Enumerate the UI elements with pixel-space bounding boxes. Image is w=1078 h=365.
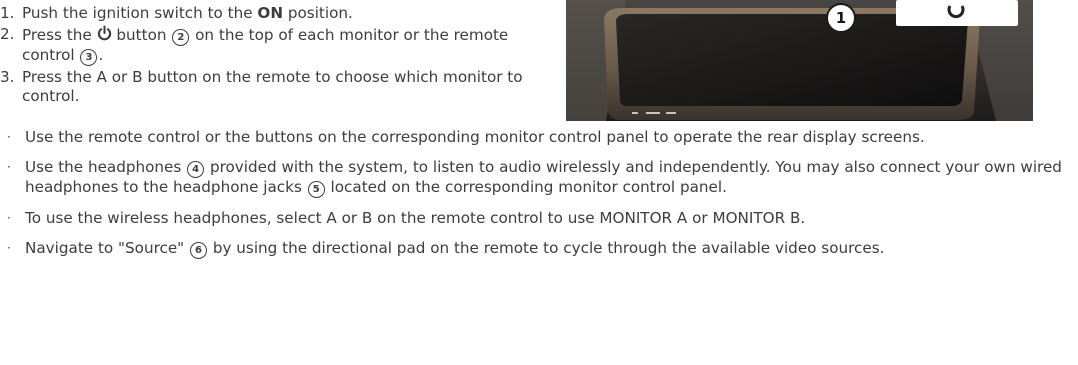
step-1: 1. Push the ignition switch to the ON pos… [0, 4, 555, 23]
step-text: position. [283, 4, 353, 22]
bullet-text: Use the headphones [25, 158, 187, 176]
step-text: . [98, 46, 104, 64]
bullet-text: located on the corresponding monitor con… [325, 178, 727, 196]
step-3: 3. Press the A or B button on the remote … [0, 68, 555, 106]
bullet-item: · To use the wireless headphones, select … [0, 209, 1075, 228]
step-text: Press the [22, 26, 97, 44]
callout-number: 5 [307, 181, 325, 198]
bullet-glyph: · [7, 130, 11, 144]
bullet-text: Use the remote control or the buttons on… [25, 128, 925, 146]
bullet-text: To use the wireless headphones, select A… [25, 209, 806, 227]
bullet-list: · Use the remote control or the buttons o… [0, 128, 1075, 259]
step-2: 2. Press the button 2 on the top of each … [0, 25, 555, 66]
callout-number: 6 [190, 242, 207, 259]
photo-callout-1: 1 [826, 3, 856, 33]
step-text: Push the ignition switch to the [22, 4, 258, 22]
rear-monitor-photo: 1 [566, 0, 1033, 121]
bullet-glyph: · [7, 160, 11, 174]
callout-number: 2 [172, 29, 190, 46]
step-text: button [111, 26, 172, 44]
bullet-glyph: · [7, 211, 11, 225]
callout-number: 3 [80, 49, 98, 66]
power-icon [97, 25, 112, 42]
bold-on-label: ON [257, 4, 284, 22]
step-number: 1. [0, 4, 15, 22]
step-number: 3. [0, 68, 15, 86]
bullet-item: · Use the headphones 4 provided with the … [0, 158, 1075, 198]
callout-number: 4 [187, 161, 205, 178]
bullet-text: Navigate to "Source" [25, 239, 189, 257]
step-number: 2. [0, 25, 15, 43]
step-text: Press the A or B button on the remote to… [22, 68, 523, 105]
bullet-item: · Use the remote control or the buttons o… [0, 128, 1075, 147]
bullet-text: by using the directional pad on the remo… [208, 239, 885, 257]
numbered-steps: 1. Push the ignition switch to the ON pos… [0, 4, 555, 106]
bullet-glyph: · [7, 241, 11, 255]
bullet-item: · Navigate to "Source" 6 by using the dir… [0, 239, 1075, 259]
